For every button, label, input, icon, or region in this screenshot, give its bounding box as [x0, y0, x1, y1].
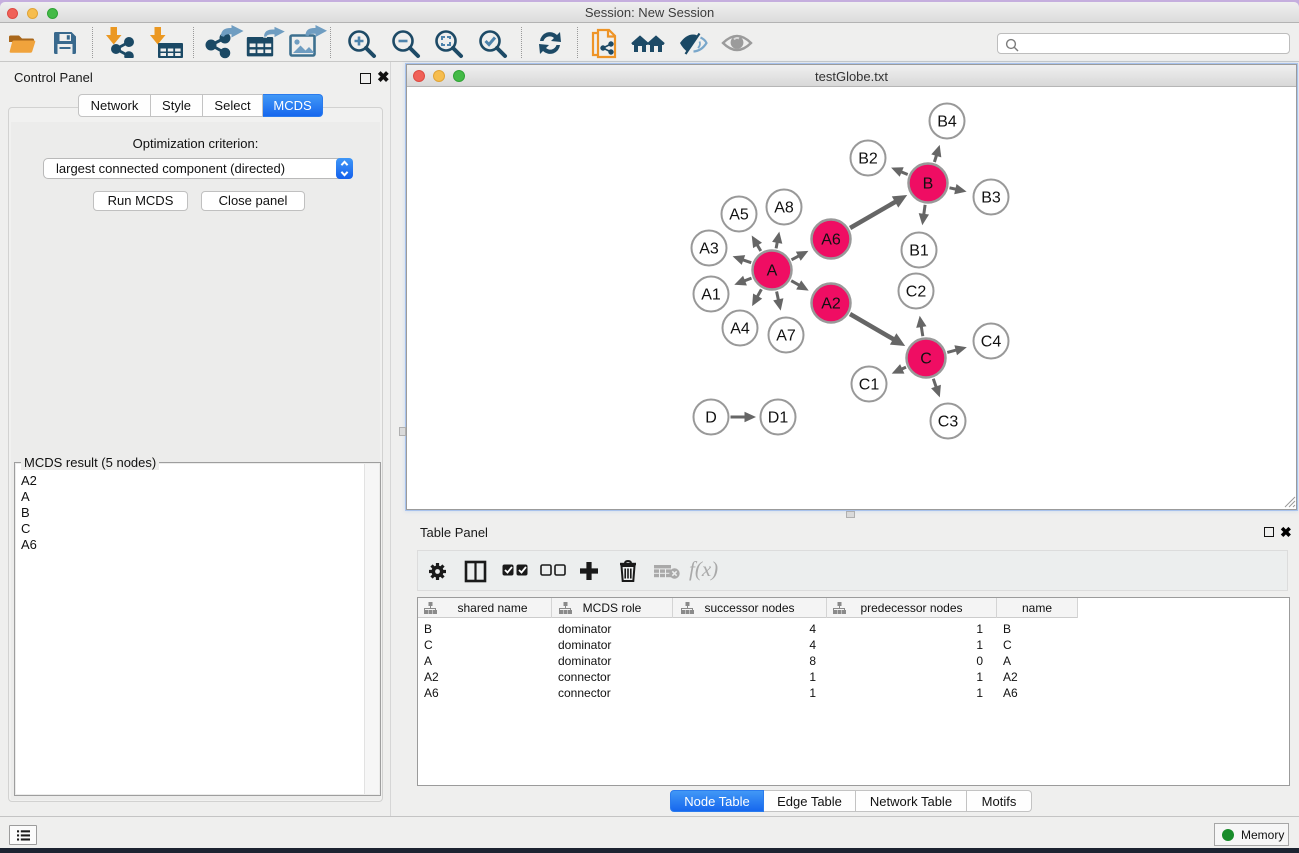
- svg-text:A3: A3: [699, 241, 719, 258]
- svg-text:C2: C2: [906, 284, 927, 301]
- svg-text:A2: A2: [821, 296, 841, 313]
- svg-text:C3: C3: [938, 414, 959, 431]
- svg-text:A7: A7: [776, 328, 796, 345]
- svg-text:B2: B2: [858, 151, 878, 168]
- svg-text:A5: A5: [729, 207, 749, 224]
- svg-text:B1: B1: [909, 243, 929, 260]
- svg-text:D: D: [705, 410, 717, 427]
- svg-text:D1: D1: [768, 410, 789, 427]
- svg-text:A1: A1: [701, 287, 721, 304]
- svg-text:B4: B4: [937, 114, 957, 131]
- svg-text:B3: B3: [981, 190, 1001, 207]
- svg-text:C1: C1: [859, 377, 880, 394]
- svg-text:A6: A6: [821, 232, 841, 249]
- svg-text:A4: A4: [730, 321, 750, 338]
- svg-text:C: C: [920, 351, 932, 368]
- svg-text:A: A: [767, 263, 778, 280]
- svg-text:B: B: [923, 176, 934, 193]
- svg-text:A8: A8: [774, 200, 794, 217]
- svg-text:C4: C4: [981, 334, 1002, 351]
